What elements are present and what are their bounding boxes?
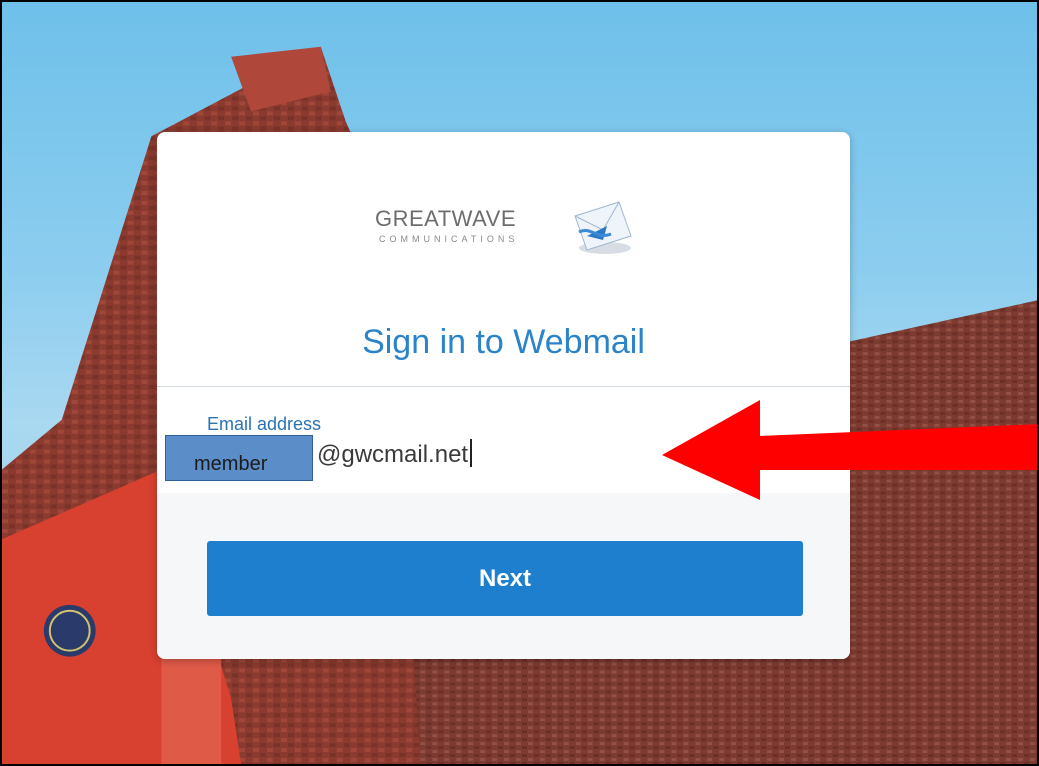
email-domain: @gwcmail.net <box>317 441 469 468</box>
red-arrow-icon <box>662 400 1037 500</box>
envelope-icon <box>574 201 632 254</box>
email-username: member <box>194 453 268 475</box>
brand-logo: GREATWAVE COMMUNICATIONS <box>375 196 635 266</box>
text-caret <box>470 439 473 467</box>
logo-name: GREATWAVE <box>375 206 516 231</box>
email-label: Email address <box>207 414 322 434</box>
next-button[interactable]: Next <box>207 541 803 616</box>
login-card: GREATWAVE COMMUNICATIONS Sign in to Webm… <box>157 132 850 659</box>
logo-wordmark: GREATWAVE <box>375 206 516 232</box>
logo-tagline: COMMUNICATIONS <box>379 234 519 244</box>
email-username-overlay: member <box>165 435 313 481</box>
email-input[interactable]: @gwcmail.net <box>317 439 473 469</box>
screenshot-frame: GREATWAVE COMMUNICATIONS Sign in to Webm… <box>0 0 1039 766</box>
page-title: Sign in to Webmail <box>362 322 645 361</box>
